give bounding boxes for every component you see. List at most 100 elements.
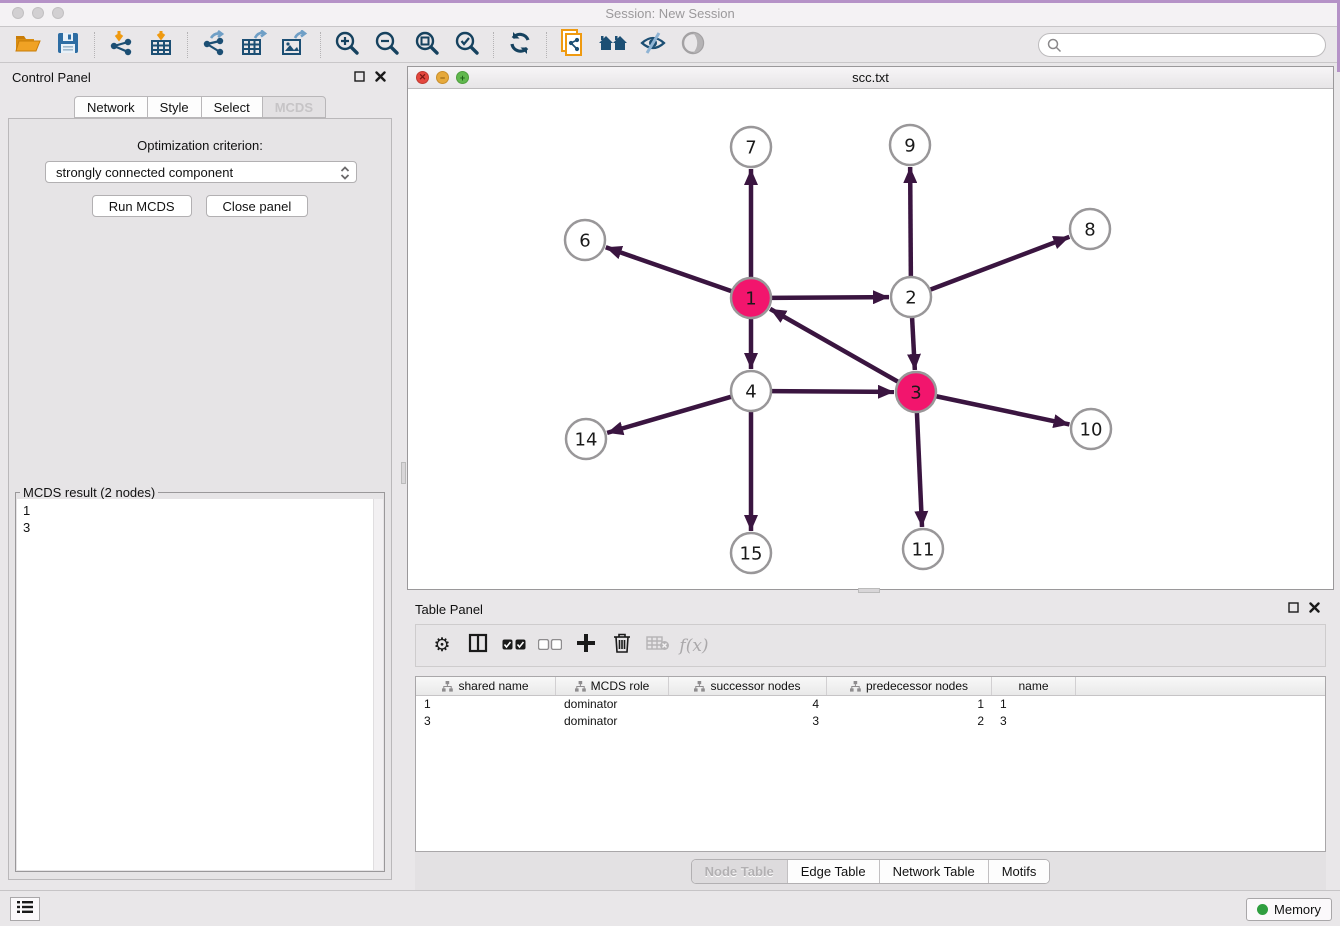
new-network-from-selection-button[interactable] xyxy=(556,30,590,60)
column-header-predecessor-nodes[interactable]: predecessor nodes xyxy=(827,677,992,695)
float-panel-icon[interactable] xyxy=(354,69,365,87)
node-table: shared nameMCDS rolesuccessor nodesprede… xyxy=(415,676,1326,852)
tab-edge-table[interactable]: Edge Table xyxy=(788,860,880,883)
edge-3-11[interactable] xyxy=(917,412,922,527)
export-table-button[interactable] xyxy=(237,30,271,60)
edge-1-6[interactable] xyxy=(606,247,732,291)
table-cell[interactable]: 3 xyxy=(669,713,827,730)
network-minimize-icon[interactable]: − xyxy=(436,71,449,84)
deselect-all-rows-button[interactable] xyxy=(532,628,568,664)
function-builder-button[interactable]: f(x) xyxy=(676,628,712,664)
edge-3-1[interactable] xyxy=(770,309,899,382)
tab-network-table[interactable]: Network Table xyxy=(880,860,989,883)
zoom-selected-button[interactable] xyxy=(450,30,484,60)
save-disk-icon xyxy=(57,32,79,59)
node-label-4: 4 xyxy=(745,381,756,402)
edge-2-9[interactable] xyxy=(910,167,911,277)
search-input[interactable] xyxy=(1038,33,1326,57)
table-cell[interactable]: 1 xyxy=(992,696,1076,713)
first-neighbors-button[interactable] xyxy=(596,30,630,60)
apply-preferred-layout-button[interactable] xyxy=(503,30,537,60)
column-header-shared-name[interactable]: shared name xyxy=(416,677,556,695)
close-panel-icon[interactable] xyxy=(1309,600,1320,618)
close-panel-icon[interactable] xyxy=(375,69,386,87)
table-cell[interactable]: 3 xyxy=(992,713,1076,730)
tree-icon xyxy=(850,681,861,692)
edge-3-10[interactable] xyxy=(936,396,1070,424)
network-canvas[interactable]: 1234678910111415 xyxy=(408,89,1333,589)
zoom-out-button[interactable] xyxy=(370,30,404,60)
export-image-button[interactable] xyxy=(277,30,311,60)
show-all-button[interactable] xyxy=(676,30,710,60)
node-label-8: 8 xyxy=(1084,219,1095,240)
network-zoom-icon[interactable]: + xyxy=(456,71,469,84)
edge-1-2[interactable] xyxy=(771,297,889,298)
zoom-out-icon xyxy=(374,30,400,61)
delete-table-button[interactable] xyxy=(640,628,676,664)
panel-splitter-handle[interactable] xyxy=(401,462,406,484)
panel-splitter-handle[interactable] xyxy=(858,588,880,593)
table-cell[interactable]: 2 xyxy=(827,713,992,730)
table-cell[interactable]: dominator xyxy=(556,696,669,713)
criterion-dropdown[interactable]: strongly connected component xyxy=(45,161,357,183)
zoom-in-button[interactable] xyxy=(330,30,364,60)
show-panels-button[interactable] xyxy=(10,897,40,921)
table-cell[interactable]: 1 xyxy=(827,696,992,713)
fit-content-button[interactable] xyxy=(410,30,444,60)
export-network-button[interactable] xyxy=(197,30,231,60)
float-panel-icon[interactable] xyxy=(1288,600,1299,618)
result-scrollbar[interactable] xyxy=(373,499,383,870)
save-session-button[interactable] xyxy=(51,30,85,60)
edge-2-8[interactable] xyxy=(930,237,1070,290)
control-panel-tabs: NetworkStyleSelectMCDS xyxy=(0,96,400,118)
table-panel: Table Panel ⚙ f(x) shared nameMCDS roles… xyxy=(407,596,1334,890)
tab-network[interactable]: Network xyxy=(74,96,147,118)
export-network-icon xyxy=(201,30,227,61)
table-row[interactable]: 3dominator323 xyxy=(416,713,1325,730)
tree-icon xyxy=(442,681,453,692)
memory-button[interactable]: Memory xyxy=(1246,898,1332,921)
edge-4-14[interactable] xyxy=(607,397,732,433)
import-network-button[interactable] xyxy=(104,30,138,60)
table-body: 1dominator4113dominator323 xyxy=(416,696,1325,730)
network-window-titlebar[interactable]: ✕ − + scc.txt xyxy=(408,67,1333,89)
column-header-MCDS-role[interactable]: MCDS role xyxy=(556,677,669,695)
select-all-rows-button[interactable] xyxy=(496,628,532,664)
import-table-button[interactable] xyxy=(144,30,178,60)
column-visibility-button[interactable] xyxy=(460,628,496,664)
table-cell[interactable]: dominator xyxy=(556,713,669,730)
hide-selected-button[interactable] xyxy=(636,30,670,60)
table-settings-button[interactable]: ⚙ xyxy=(424,628,460,664)
optimization-criterion-label: Optimization criterion: xyxy=(9,138,391,153)
table-cell[interactable]: 4 xyxy=(669,696,827,713)
search-icon xyxy=(1047,38,1062,53)
open-session-button[interactable] xyxy=(11,30,45,60)
close-panel-button[interactable]: Close panel xyxy=(206,195,309,217)
run-mcds-button[interactable]: Run MCDS xyxy=(92,195,192,217)
fx-icon: f(x) xyxy=(679,636,708,656)
table-row[interactable]: 1dominator411 xyxy=(416,696,1325,713)
node-label-15: 15 xyxy=(740,543,763,564)
edge-2-3[interactable] xyxy=(912,317,915,370)
status-bar: Memory xyxy=(0,890,1340,926)
table-cell[interactable]: 3 xyxy=(416,713,556,730)
tab-motifs[interactable]: Motifs xyxy=(989,860,1050,883)
tab-select[interactable]: Select xyxy=(201,96,262,118)
table-cell[interactable]: 1 xyxy=(416,696,556,713)
plus-icon xyxy=(577,634,595,657)
node-label-3: 3 xyxy=(910,382,921,403)
edge-4-3[interactable] xyxy=(771,391,894,392)
column-header-name[interactable]: name xyxy=(992,677,1076,695)
network-document-icon xyxy=(560,29,586,62)
add-row-button[interactable] xyxy=(568,628,604,664)
delete-row-button[interactable] xyxy=(604,628,640,664)
mcds-result-list[interactable]: 1 3 xyxy=(17,499,383,539)
column-header-successor-nodes[interactable]: successor nodes xyxy=(669,677,827,695)
houses-icon xyxy=(598,31,628,60)
tab-style[interactable]: Style xyxy=(147,96,201,118)
window-titlebar: Session: New Session xyxy=(0,0,1340,27)
tab-mcds[interactable]: MCDS xyxy=(262,96,326,118)
tab-node-table[interactable]: Node Table xyxy=(692,860,788,883)
network-close-icon[interactable]: ✕ xyxy=(416,71,429,84)
node-label-6: 6 xyxy=(579,230,590,251)
